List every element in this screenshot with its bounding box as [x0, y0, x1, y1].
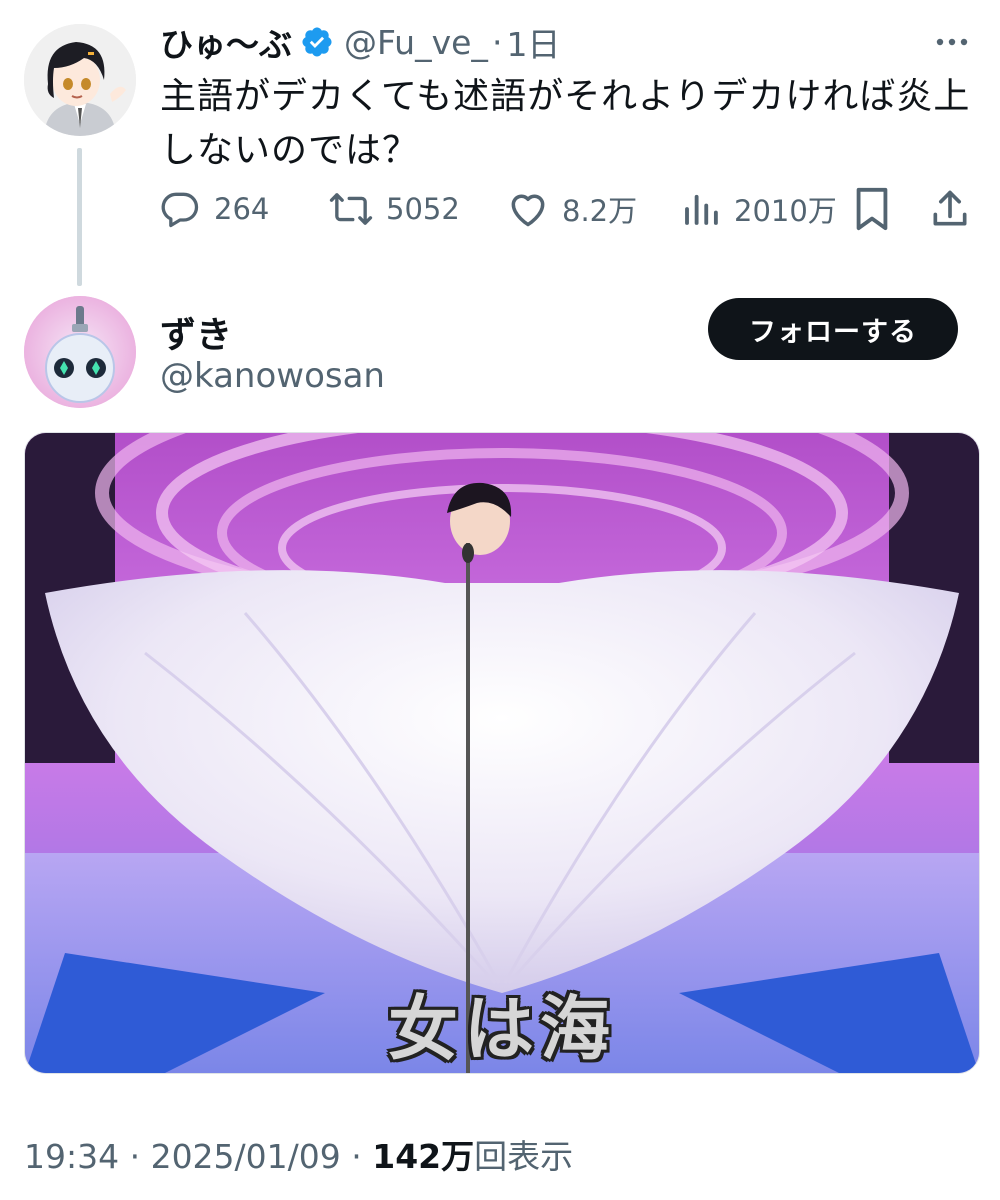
tweet-footer: 19:34 · 2025/01/09 · 142万回表示 — [24, 1130, 573, 1178]
view-count: 2010万 — [734, 194, 837, 228]
tweet-view-count: 142万 — [372, 1137, 475, 1176]
avatar-second[interactable] — [24, 296, 136, 408]
retweet-button[interactable]: 5052 — [328, 183, 460, 235]
share-button[interactable] — [928, 183, 972, 235]
verified-badge-icon — [300, 25, 334, 59]
bookmark-button[interactable] — [852, 183, 892, 235]
parent-display-name[interactable]: ひゅ〜ぶ — [160, 18, 292, 66]
separator-dot: · — [491, 22, 503, 62]
retweet-count: 5052 — [386, 192, 460, 226]
tweet-view-suffix: 回表示 — [474, 1137, 574, 1176]
follow-button[interactable]: フォローする — [708, 298, 958, 360]
views-icon — [685, 194, 718, 225]
parent-time[interactable]: 1日 — [506, 18, 560, 66]
like-count: 8.2万 — [562, 194, 638, 228]
author-display-name[interactable]: ずき — [160, 306, 232, 358]
bookmark-icon — [856, 187, 888, 231]
robot-avatar-image — [24, 296, 136, 408]
tweet-timestamp[interactable]: 19:34 · 2025/01/09 · — [24, 1137, 372, 1176]
views-button[interactable]: 2010万 — [680, 183, 837, 235]
thread-connector-line — [77, 148, 82, 286]
parent-handle[interactable]: @Fu_ve_ — [344, 23, 488, 62]
tweet-image[interactable]: 女は海 — [24, 432, 980, 1074]
like-button[interactable]: 8.2万 — [506, 183, 637, 235]
image-caption: 女は海 — [388, 987, 616, 1070]
tweet-actions-bar: 264 5052 8.2万 2010万 — [158, 183, 978, 235]
avatar-parent[interactable] — [24, 24, 136, 136]
reply-icon — [161, 192, 199, 228]
parent-tweet-header: ひゅ〜ぶ @Fu_ve_ · 1日 — [160, 18, 560, 66]
share-icon — [933, 190, 967, 226]
author-handle[interactable]: @kanowosan — [160, 356, 385, 396]
parent-tweet-text: 主語がデカくても述語がそれよりデカければ炎上しないのでは？ — [160, 76, 971, 171]
more-icon[interactable] — [928, 22, 976, 62]
anime-avatar-image — [24, 24, 136, 136]
reply-count: 264 — [214, 192, 270, 226]
reply-button[interactable]: 264 — [158, 183, 269, 235]
like-icon — [511, 194, 545, 227]
retweet-icon — [329, 193, 373, 225]
